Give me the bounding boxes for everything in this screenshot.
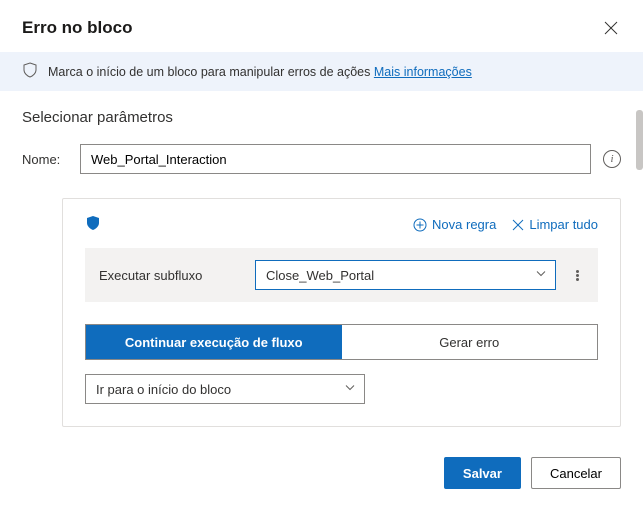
name-label: Nome: — [22, 152, 68, 167]
subflow-select-value: Close_Web_Portal — [266, 268, 374, 283]
close-icon — [604, 21, 618, 35]
info-icon[interactable]: i — [603, 150, 621, 168]
clear-all-label: Limpar tudo — [529, 217, 598, 232]
plus-icon — [413, 218, 427, 232]
throw-error-button[interactable]: Gerar erro — [342, 325, 598, 359]
goto-select[interactable]: Ir para o início do bloco — [85, 374, 365, 404]
dialog-footer: Salvar Cancelar — [0, 441, 643, 509]
rule-action-label: Executar subfluxo — [95, 268, 245, 283]
info-text: Marca o início de um bloco para manipula… — [48, 65, 472, 79]
new-rule-button[interactable]: Nova regra — [413, 217, 496, 232]
scrollbar-thumb[interactable] — [636, 110, 643, 170]
continue-flow-button[interactable]: Continuar execução de fluxo — [86, 325, 342, 359]
save-button[interactable]: Salvar — [444, 457, 521, 489]
new-rule-label: Nova regra — [432, 217, 496, 232]
goto-select-value: Ir para o início do bloco — [96, 382, 231, 397]
name-field-row: Nome: i — [22, 144, 621, 174]
dialog: Erro no bloco Marca o início de um bloco… — [0, 0, 643, 509]
chevron-down-icon — [344, 382, 356, 397]
rule-more-button[interactable] — [566, 260, 588, 290]
shield-filled-icon — [85, 215, 101, 234]
info-strip: Marca o início de um bloco para manipula… — [0, 52, 643, 91]
subflow-select[interactable]: Close_Web_Portal — [255, 260, 556, 290]
clear-all-button[interactable]: Limpar tudo — [512, 217, 598, 232]
rule-row: Executar subfluxo Close_Web_Portal — [85, 248, 598, 302]
x-icon — [512, 219, 524, 231]
dialog-body: Selecionar parâmetros Nome: i Nova regra… — [0, 91, 643, 441]
dialog-header: Erro no bloco — [0, 0, 643, 52]
section-title: Selecionar parâmetros — [22, 109, 621, 126]
rules-toolbar: Nova regra Limpar tudo — [85, 215, 598, 234]
learn-more-link[interactable]: Mais informações — [374, 65, 472, 79]
name-input[interactable] — [80, 144, 591, 174]
shield-icon — [22, 62, 38, 81]
rules-card: Nova regra Limpar tudo Executar subfluxo… — [62, 198, 621, 427]
chevron-down-icon — [535, 268, 547, 283]
dialog-title: Erro no bloco — [22, 18, 133, 38]
close-button[interactable] — [601, 18, 621, 38]
cancel-button[interactable]: Cancelar — [531, 457, 621, 489]
error-mode-toggle: Continuar execução de fluxo Gerar erro — [85, 324, 598, 360]
more-vertical-icon — [576, 269, 579, 282]
